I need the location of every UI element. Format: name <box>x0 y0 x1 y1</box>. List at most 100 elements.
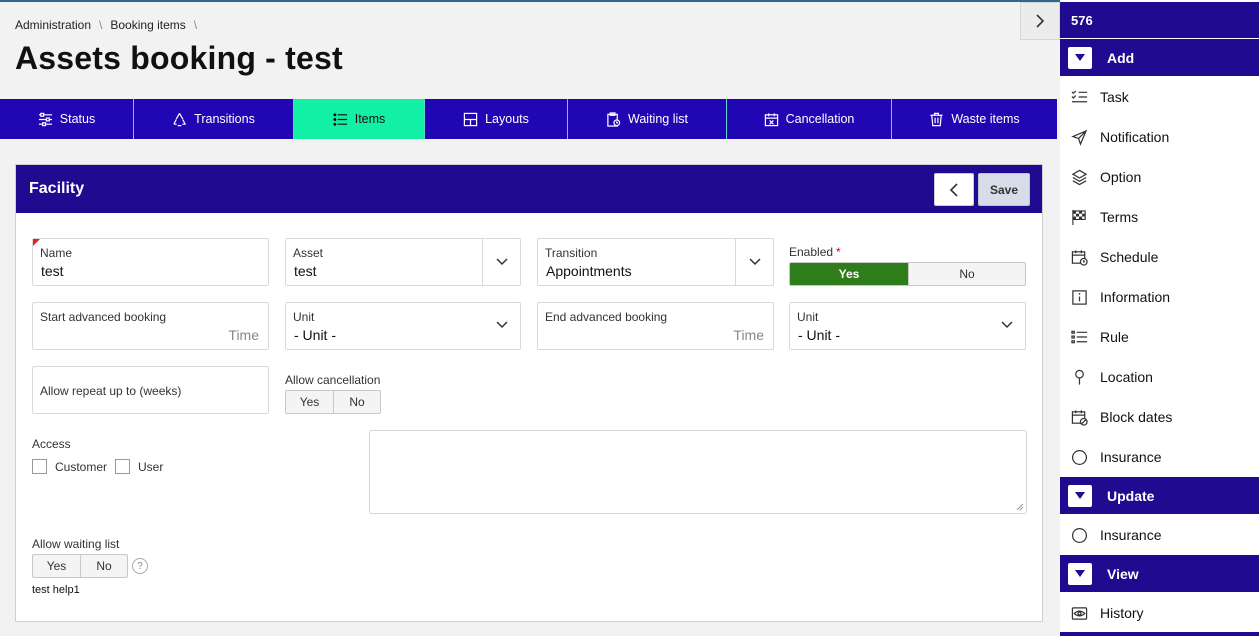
tab-status[interactable]: Status <box>0 99 134 139</box>
unit-label: Unit <box>797 310 819 324</box>
sidebar-bottom-edge <box>1060 632 1259 636</box>
section-title: Add <box>1107 49 1135 66</box>
panel-title: Facility <box>29 180 85 197</box>
sidebar-count: 576 <box>1060 2 1259 38</box>
transition-dropdown-toggle[interactable] <box>735 239 773 285</box>
sidebar-item-label: Block dates <box>1100 409 1173 425</box>
back-button[interactable] <box>934 173 974 206</box>
circle-icon <box>1071 527 1088 543</box>
sidebar-item-task[interactable]: Task <box>1060 77 1259 117</box>
sidebar-item-update-insurance[interactable]: Insurance <box>1060 515 1259 555</box>
section-update-header[interactable]: Update <box>1060 477 1259 514</box>
tab-items[interactable]: Items <box>294 99 425 139</box>
tab-label: Items <box>354 112 386 126</box>
allow-cancellation-no-option[interactable]: No <box>333 391 380 413</box>
name-value: test <box>41 263 64 279</box>
calendar-x-icon <box>764 112 778 126</box>
checklist-icon <box>1071 89 1088 102</box>
access-customer-row: Customer <box>32 459 107 474</box>
section-title: View <box>1107 565 1139 582</box>
tab-label: Waste items <box>951 112 1020 126</box>
asset-select[interactable]: Asset test <box>285 238 521 286</box>
sidebar-item-notification[interactable]: Notification <box>1060 117 1259 157</box>
clipboard-clock-icon <box>607 111 621 127</box>
unit-label: Unit <box>293 310 315 324</box>
tab-label: Status <box>59 112 96 126</box>
page-title: Assets booking - test <box>15 40 343 76</box>
list-icon <box>333 112 347 126</box>
sidebar-item-location[interactable]: Location <box>1060 357 1259 397</box>
collapse-sidebar-button[interactable] <box>1020 2 1060 40</box>
enabled-yes-option[interactable]: Yes <box>790 263 908 285</box>
required-marker <box>33 239 40 246</box>
breadcrumb-item-booking-items[interactable]: Booking items <box>110 18 185 32</box>
access-user-row: User <box>115 459 163 474</box>
name-field[interactable]: Name test <box>32 238 269 286</box>
allow-cancellation-yes-option[interactable]: Yes <box>286 391 333 413</box>
triangle-down-icon <box>1075 54 1085 61</box>
checkered-flag-icon <box>1072 209 1086 225</box>
section-collapse-toggle[interactable] <box>1068 484 1092 507</box>
sidebar-item-rule[interactable]: Rule <box>1060 317 1259 357</box>
access-user-checkbox[interactable] <box>115 459 130 474</box>
enabled-toggle: Yes No <box>789 262 1026 286</box>
section-add-header[interactable]: Add <box>1060 39 1259 76</box>
notes-textarea[interactable] <box>369 430 1027 514</box>
chevron-down-icon <box>748 258 761 266</box>
sliders-icon <box>38 112 52 126</box>
resize-handle-icon[interactable] <box>1016 503 1024 511</box>
tab-label: Cancellation <box>785 112 855 126</box>
sidebar-item-terms[interactable]: Terms <box>1060 197 1259 237</box>
unit-value: - Unit - <box>294 327 336 343</box>
allow-cancellation-label: Allow cancellation <box>285 373 381 387</box>
sidebar-item-block-dates[interactable]: Block dates <box>1060 397 1259 437</box>
access-customer-checkbox[interactable] <box>32 459 47 474</box>
tab-transitions[interactable]: Transitions <box>134 99 294 139</box>
sidebar-item-label: Location <box>1100 369 1153 385</box>
allow-waiting-list-no-option[interactable]: No <box>80 555 127 577</box>
sidebar-item-label: Insurance <box>1100 449 1162 465</box>
sidebar-item-schedule[interactable]: Schedule <box>1060 237 1259 277</box>
start-advanced-booking-label: Start advanced booking <box>40 310 167 324</box>
access-customer-label: Customer <box>55 459 108 474</box>
end-advanced-booking-field[interactable]: End advanced booking Time <box>537 302 774 350</box>
tab-layouts[interactable]: Layouts <box>425 99 568 139</box>
tab-cancellation[interactable]: Cancellation <box>727 99 892 139</box>
tab-waiting-list[interactable]: Waiting list <box>568 99 727 139</box>
paper-plane-icon <box>1071 129 1088 146</box>
enabled-no-option[interactable]: No <box>908 263 1025 285</box>
required-star: * <box>836 245 841 259</box>
asset-value: test <box>294 263 317 279</box>
chevron-right-icon <box>1036 14 1045 28</box>
start-advanced-booking-field[interactable]: Start advanced booking Time <box>32 302 269 350</box>
section-view-header[interactable]: View <box>1060 555 1259 592</box>
sidebar-item-label: History <box>1100 605 1144 621</box>
sidebar-item-history[interactable]: History <box>1060 593 1259 633</box>
allow-waiting-list-toggle: Yes No <box>32 554 128 578</box>
sidebar-item-label: Terms <box>1100 209 1139 225</box>
sidebar-item-information[interactable]: Information <box>1060 277 1259 317</box>
asset-label: Asset <box>293 246 324 260</box>
sidebar-item-label: Rule <box>1100 329 1129 345</box>
sidebar-item-option[interactable]: Option <box>1060 157 1259 197</box>
chevron-down-icon <box>496 321 508 329</box>
unit-select-start[interactable]: Unit - Unit - <box>285 302 521 350</box>
section-collapse-toggle[interactable] <box>1068 46 1092 69</box>
save-button[interactable]: Save <box>978 173 1030 206</box>
section-collapse-toggle[interactable] <box>1068 562 1092 585</box>
allow-cancellation-toggle: Yes No <box>285 390 381 414</box>
sidebar-item-insurance[interactable]: Insurance <box>1060 437 1259 477</box>
sidebar-item-label: Task <box>1100 89 1129 105</box>
transition-select[interactable]: Transition Appointments <box>537 238 774 286</box>
unit-select-end[interactable]: Unit - Unit - <box>789 302 1026 350</box>
unit-value: - Unit - <box>798 327 840 343</box>
allow-waiting-list-yes-option[interactable]: Yes <box>33 555 80 577</box>
chevron-down-icon <box>1001 321 1013 329</box>
end-advanced-booking-label: End advanced booking <box>545 310 668 324</box>
tab-waste-items[interactable]: Waste items <box>892 99 1057 139</box>
breadcrumb-item-administration[interactable]: Administration <box>15 18 91 32</box>
allow-repeat-field[interactable]: Allow repeat up to (weeks) <box>32 366 269 414</box>
asset-dropdown-toggle[interactable] <box>482 239 520 285</box>
help-icon[interactable]: ? <box>132 558 148 574</box>
breadcrumb-separator: \ <box>193 18 198 32</box>
